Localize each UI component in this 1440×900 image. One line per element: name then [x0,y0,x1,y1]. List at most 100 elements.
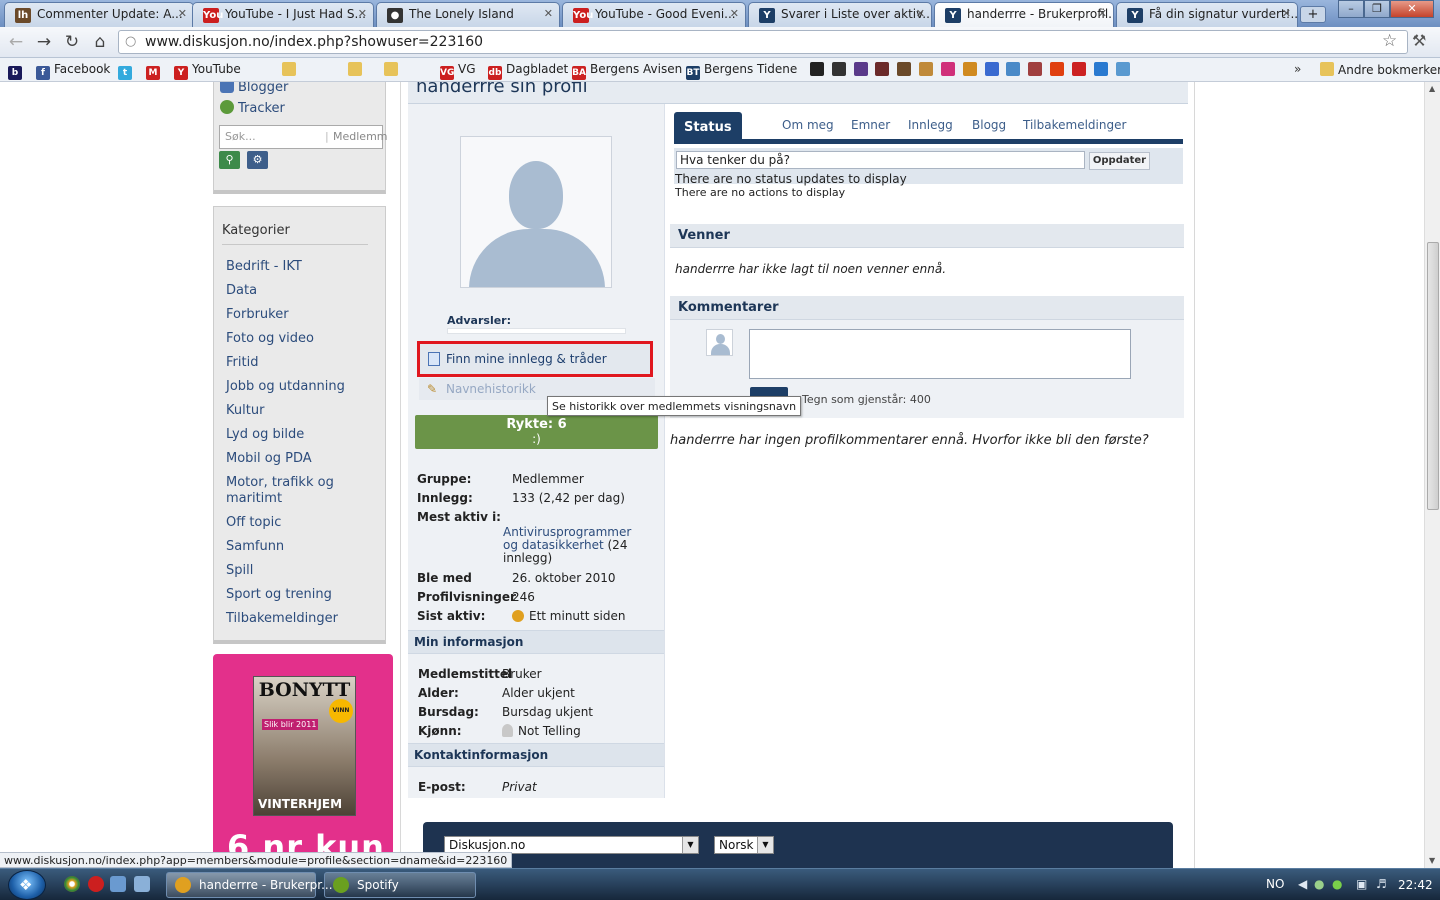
category-link[interactable]: Data [226,283,376,299]
tab-close-icon[interactable]: ✕ [544,7,553,20]
bookmark-my2-icon[interactable] [831,62,846,76]
status-input[interactable]: Hva tenker du på? [676,151,1085,169]
category-link[interactable]: Forbruker [226,307,376,323]
bookmark-item[interactable]: db Dagbladet [488,62,568,80]
browser-tab[interactable]: You YouTube - I Just Had S... ✕ [192,2,374,27]
forward-icon[interactable]: → [32,31,56,53]
taskbar-chrome-window[interactable]: handerrre - Brukerpr... [166,872,333,898]
tab-close-icon[interactable]: ✕ [916,7,925,20]
wrench-menu-icon[interactable]: ⚒ [1412,31,1426,50]
chrome-quicklaunch-icon[interactable] [64,876,80,892]
search-settings-icon[interactable]: ⚙ [247,151,268,169]
bookmark-monkey-icon[interactable] [962,62,977,76]
bookmark-heart-icon[interactable] [940,62,955,76]
switch-windows-icon[interactable] [134,876,150,892]
language-indicator[interactable]: NO [1266,877,1284,891]
browser-tab[interactable]: You YouTube - Good Eveni... ✕ [562,2,746,27]
bookmark-item[interactable]: VG VG [440,62,476,80]
back-icon[interactable]: ← [4,31,28,53]
bookmark-folder-icon[interactable] [348,62,366,77]
update-button[interactable]: Oppdater [1089,152,1150,170]
advertisement[interactable]: BONYTT VINN Slik blir 2011 VINTERHJEM 6 … [213,654,393,868]
monitor-tray-icon[interactable]: ▣ [1356,877,1367,891]
tab-status[interactable]: Status [674,112,742,144]
home-icon[interactable]: ⌂ [88,31,112,53]
category-link[interactable]: Fritid [226,355,376,371]
taskbar-spotify-window[interactable]: Spotify [324,872,476,898]
category-link[interactable]: Spill [226,563,376,579]
category-link[interactable]: Sport og trening [226,587,376,603]
category-link[interactable]: Lyd og bilde [226,427,376,443]
tab-innlegg[interactable]: Innlegg [908,118,953,132]
bookmark-m-icon[interactable] [1093,62,1108,76]
reload-icon[interactable]: ↻ [60,31,84,53]
network-tray-icon[interactable]: ● [1314,877,1324,891]
bookmark-item[interactable]: M [146,62,164,80]
bookmark-folder-icon[interactable] [282,62,300,77]
category-link[interactable]: Samfunn [226,539,376,555]
category-link[interactable]: Bedrift - IKT [226,259,376,275]
bookmark-item[interactable]: Y YouTube [174,62,241,80]
find-posts-button[interactable]: Finn mine innlegg & tråder [417,341,653,377]
bookmark-star-icon[interactable]: ☆ [1382,31,1397,51]
start-button[interactable]: ❖ [8,870,46,900]
clock[interactable]: 22:42 [1398,878,1433,892]
bookmark-hw-icon[interactable] [1006,62,1021,76]
bookmark-item[interactable]: BA Bergens Avisen [572,62,682,80]
address-bar[interactable]: ○ www.diskusjon.no/index.php?showuser=22… [118,30,1408,54]
bookmark-face-icon[interactable] [919,62,934,76]
spotify-tray-icon[interactable]: ● [1332,877,1342,891]
bookmark-item[interactable]: BT Bergens Tidene [686,62,797,80]
bookmark-item[interactable]: t [118,62,136,80]
bookmarks-overflow-icon[interactable]: » [1294,62,1301,76]
volume-icon[interactable]: ♬ [1376,877,1387,891]
category-link[interactable]: Jobb og utdanning [226,379,376,395]
scroll-down-icon[interactable]: ▼ [1429,856,1435,865]
category-link[interactable]: Tilbakemeldinger [226,611,376,627]
search-icon[interactable]: ⚲ [219,151,240,169]
category-link[interactable]: Motor, trafikk og maritimt [226,475,376,507]
browser-tab[interactable]: Y Svarer i Liste over aktiv... ✕ [748,2,932,27]
close-window-icon[interactable]: ✕ [1390,0,1434,18]
bookmark-folder-icon[interactable] [384,62,402,77]
scrollbar-thumb[interactable] [1427,242,1439,510]
bookmark-bf-icon[interactable] [1071,62,1086,76]
tab-tilbakemeldinger[interactable]: Tilbakemeldinger [1023,118,1126,132]
sidebar-search-input[interactable]: Søk... | Medlemm [219,125,388,149]
new-tab-button[interactable]: + [1300,6,1326,23]
category-link[interactable]: Foto og video [226,331,376,347]
browser-tab[interactable]: lh Commenter Update: A... ✕ [4,2,194,27]
bookmark-item[interactable]: f Facebook [36,62,110,80]
tab-om-meg[interactable]: Om meg [782,118,834,132]
tab-blogg[interactable]: Blogg [972,118,1006,132]
opera-quicklaunch-icon[interactable] [88,876,104,892]
tab-emner[interactable]: Emner [851,118,890,132]
bookmark-item[interactable]: b [8,62,26,80]
scroll-up-icon[interactable]: ▲ [1429,84,1435,93]
sidebar-link-blogger[interactable]: Blogger [220,82,288,95]
tab-close-icon[interactable]: ✕ [1098,7,1107,20]
bookmark-lh-icon[interactable] [897,62,912,76]
tab-close-icon[interactable]: ✕ [178,7,187,20]
category-link[interactable]: Mobil og PDA [226,451,376,467]
vertical-scrollbar[interactable]: ▲ ▼ [1424,82,1440,868]
bookmark-pc-icon[interactable] [1050,62,1065,76]
bookmark-my-icon[interactable] [810,62,824,76]
language-select[interactable]: Norsk ▼ [714,836,774,854]
tab-close-icon[interactable]: ✕ [358,7,367,20]
desktop-quicklaunch-icon[interactable] [110,876,126,892]
category-link[interactable]: Kultur [226,403,376,419]
category-link[interactable]: Off topic [226,515,376,531]
browser-tab[interactable]: Y Få din signatur vurdert!... ✕ [1116,2,1298,27]
comment-textarea[interactable] [749,329,1131,379]
tab-close-icon[interactable]: ✕ [1282,7,1291,20]
bookmark-film-icon[interactable] [875,62,890,76]
sidebar-link-tracker[interactable]: Tracker [220,100,285,116]
maximize-icon[interactable]: ❐ [1364,0,1390,18]
browser-tab[interactable]: ● The Lonely Island ✕ [376,2,560,27]
tab-close-icon[interactable]: ✕ [730,7,739,20]
search-scope[interactable]: Medlemm [333,130,388,143]
bookmark-swirl-icon[interactable] [1028,62,1043,76]
other-bookmarks[interactable]: Andre bokmerker [1320,62,1440,77]
bookmark-list-icon[interactable] [853,62,868,76]
